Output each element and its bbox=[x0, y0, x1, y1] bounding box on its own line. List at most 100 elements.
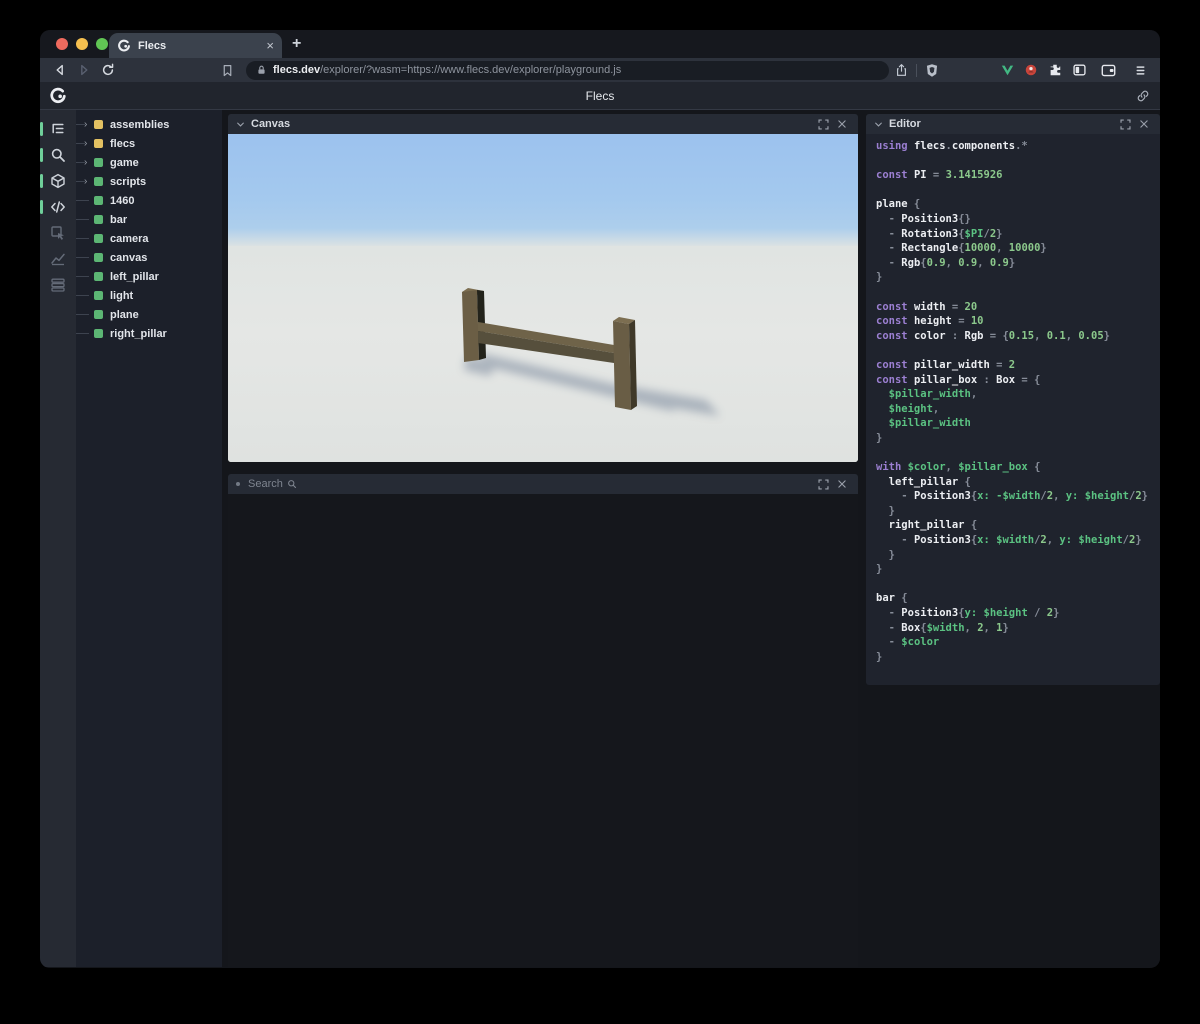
search-panel: Search bbox=[228, 474, 858, 967]
close-icon[interactable] bbox=[1136, 116, 1152, 132]
fullscreen-icon[interactable] bbox=[1117, 116, 1133, 132]
reload-button[interactable] bbox=[96, 59, 120, 81]
entity-tree-panel: › assemblies › flecs › game › scripts 1460 bar cam… bbox=[76, 110, 222, 967]
tree-item-plane[interactable]: plane bbox=[76, 305, 222, 324]
new-tab-button[interactable]: + bbox=[292, 35, 301, 53]
3d-viewport[interactable] bbox=[228, 134, 858, 462]
entity-label: scripts bbox=[110, 175, 147, 188]
entity-color-square bbox=[94, 329, 103, 338]
tree-item-right_pillar[interactable]: right_pillar bbox=[76, 324, 222, 343]
entity-label: left_pillar bbox=[110, 270, 159, 283]
toolbar-divider bbox=[916, 63, 917, 77]
canvas-panel: Canvas bbox=[228, 114, 858, 462]
code-line: - Rectangle{10000, 10000} bbox=[876, 242, 1047, 255]
entity-color-square bbox=[94, 139, 103, 148]
fullscreen-icon[interactable] bbox=[815, 116, 831, 132]
fullscreen-icon[interactable] bbox=[815, 476, 831, 492]
activity-tables-icon[interactable] bbox=[40, 272, 76, 298]
entity-color-square bbox=[94, 253, 103, 262]
tree-guide-line bbox=[76, 248, 90, 267]
activity-stats-icon[interactable] bbox=[40, 246, 76, 272]
browser-tab[interactable]: Flecs × bbox=[109, 33, 282, 58]
tree-item-1460[interactable]: 1460 bbox=[76, 191, 222, 210]
activity-search-icon[interactable] bbox=[40, 142, 76, 168]
tree-item-assemblies[interactable]: › assemblies bbox=[76, 115, 222, 134]
entity-label: game bbox=[110, 156, 139, 169]
tree-item-light[interactable]: light bbox=[76, 286, 222, 305]
close-window-button[interactable] bbox=[56, 38, 68, 50]
activity-scene-cube-icon[interactable] bbox=[40, 168, 76, 194]
minimize-window-button[interactable] bbox=[76, 38, 88, 50]
menu-icon[interactable] bbox=[1128, 59, 1152, 81]
share-icon[interactable] bbox=[889, 59, 913, 81]
url-bar[interactable]: flecs.dev/explorer/?wasm=https://www.fle… bbox=[246, 60, 889, 80]
search-panel-header[interactable]: Search bbox=[228, 474, 858, 494]
vue-devtools-extension-icon[interactable] bbox=[995, 59, 1019, 81]
activity-inspect-icon[interactable] bbox=[40, 220, 76, 246]
expand-chevron-icon[interactable]: › bbox=[76, 153, 90, 172]
tree-guide-line bbox=[76, 191, 90, 210]
brave-shield-icon[interactable] bbox=[920, 59, 944, 81]
tree-guide-line bbox=[76, 267, 90, 286]
zoom-window-button[interactable] bbox=[96, 38, 108, 50]
tree-item-scripts[interactable]: › scripts bbox=[76, 172, 222, 191]
back-button[interactable] bbox=[48, 59, 72, 81]
code-editor[interactable]: using flecs.components.* const PI = 3.14… bbox=[866, 134, 1160, 685]
code-line: const height = 10 bbox=[876, 315, 984, 328]
search-results-body bbox=[228, 494, 858, 967]
tab-title: Flecs bbox=[138, 39, 167, 52]
sidebar-toggle-icon[interactable] bbox=[1067, 59, 1091, 81]
expand-chevron-icon[interactable]: › bbox=[76, 115, 90, 134]
code-line: } bbox=[876, 650, 883, 663]
canvas-panel-header[interactable]: Canvas bbox=[228, 114, 858, 134]
code-line: const pillar_box : Box = { bbox=[876, 373, 1041, 386]
wallet-icon[interactable] bbox=[1096, 59, 1120, 81]
tree-item-flecs[interactable]: › flecs bbox=[76, 134, 222, 153]
code-line: $pillar_width, bbox=[876, 388, 978, 401]
sky bbox=[228, 134, 858, 228]
code-line: } bbox=[876, 271, 883, 284]
code-line: const PI = 3.1415926 bbox=[876, 169, 1003, 182]
red-badge-extension-icon[interactable] bbox=[1019, 59, 1043, 81]
code-line: } bbox=[876, 504, 895, 517]
code-line: - Position3{} bbox=[876, 212, 971, 225]
content-area: › assemblies › flecs › game › scripts 1460 bar cam… bbox=[40, 110, 1160, 967]
chevron-down-icon[interactable] bbox=[236, 120, 245, 129]
code-line: - Position3{x: -$width/2, y: $height/2} bbox=[876, 490, 1148, 503]
tree-item-game[interactable]: › game bbox=[76, 153, 222, 172]
tree-item-camera[interactable]: camera bbox=[76, 229, 222, 248]
entity-color-square bbox=[94, 310, 103, 319]
right-pillar-mesh bbox=[613, 317, 637, 410]
activity-code-icon[interactable] bbox=[40, 194, 76, 220]
code-line: } bbox=[876, 431, 883, 444]
forward-button[interactable] bbox=[72, 59, 96, 81]
extensions-puzzle-icon[interactable] bbox=[1043, 59, 1067, 81]
lock-icon bbox=[256, 64, 267, 76]
editor-panel: Editor using flecs.components.* const PI… bbox=[866, 114, 1160, 685]
close-icon[interactable] bbox=[834, 116, 850, 132]
entity-color-square bbox=[94, 158, 103, 167]
tree-item-bar[interactable]: bar bbox=[76, 210, 222, 229]
entity-label: assemblies bbox=[110, 118, 170, 131]
entity-label: 1460 bbox=[110, 194, 135, 207]
search-input[interactable]: Search bbox=[248, 478, 297, 490]
url-path: /explorer/?wasm=https://www.flecs.dev/ex… bbox=[320, 64, 622, 76]
editor-panel-header[interactable]: Editor bbox=[866, 114, 1160, 134]
expand-chevron-icon[interactable]: › bbox=[76, 134, 90, 153]
entity-color-square bbox=[94, 215, 103, 224]
activity-entity-tree-icon[interactable] bbox=[40, 116, 76, 142]
active-indicator bbox=[40, 174, 43, 188]
code-line: using flecs.components.* bbox=[876, 140, 1028, 152]
tab-close-icon[interactable]: × bbox=[266, 39, 274, 52]
tree-item-canvas[interactable]: canvas bbox=[76, 248, 222, 267]
3d-scene bbox=[228, 134, 858, 462]
close-icon[interactable] bbox=[834, 476, 850, 492]
expand-chevron-icon[interactable]: › bbox=[76, 172, 90, 191]
tree-item-left_pillar[interactable]: left_pillar bbox=[76, 267, 222, 286]
active-indicator bbox=[40, 148, 43, 162]
bookmark-icon[interactable] bbox=[215, 59, 239, 81]
share-link-icon[interactable] bbox=[1136, 89, 1150, 103]
chevron-down-icon[interactable] bbox=[874, 120, 883, 129]
